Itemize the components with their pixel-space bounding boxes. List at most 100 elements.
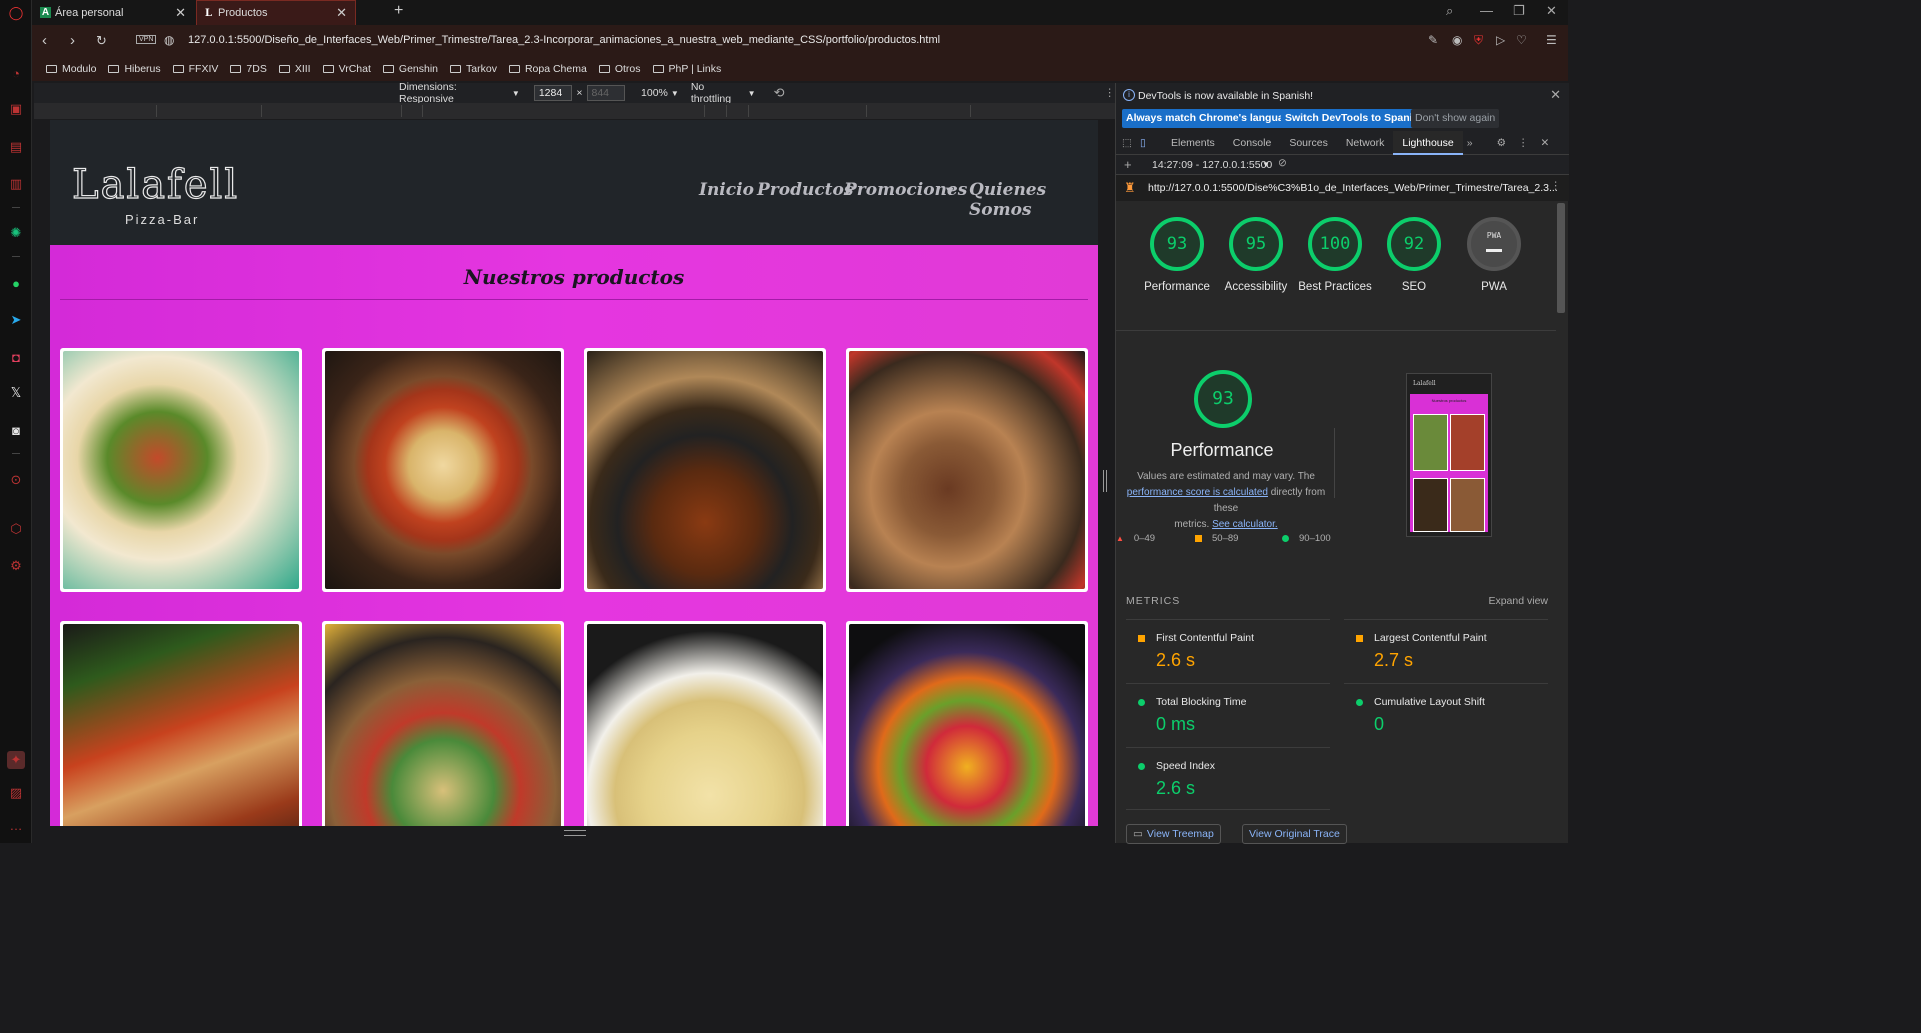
gauge-best-practices[interactable]: 100: [1308, 217, 1362, 271]
more-tabs-icon[interactable]: »: [1467, 137, 1473, 149]
adblock-icon[interactable]: ⛨: [1474, 33, 1483, 48]
edit-icon[interactable]: ✎: [1428, 33, 1438, 47]
globe-icon[interactable]: ◍: [164, 33, 174, 47]
shopping-bag-icon[interactable]: ▣: [7, 100, 25, 118]
product-card-chickpea-salad[interactable]: [322, 621, 564, 826]
search-tabs-icon[interactable]: ⌕: [1446, 3, 1453, 19]
width-input[interactable]: 1284: [533, 85, 573, 101]
inspect-icon[interactable]: ⬚: [1122, 137, 1140, 149]
more-options-icon[interactable]: ⋮: [1551, 180, 1562, 192]
reload-icon[interactable]: ↻: [96, 33, 107, 49]
page-screenshot-thumbnail[interactable]: Lalafell Nuestros productos: [1406, 373, 1492, 537]
discord-icon[interactable]: ◙: [7, 421, 25, 439]
settings-icon[interactable]: ⚙: [7, 557, 25, 575]
tab-network[interactable]: Network: [1337, 131, 1394, 155]
nav-quienes-somos[interactable]: Quienes Somos: [969, 180, 1098, 220]
media-query-bar[interactable]: [34, 103, 1115, 119]
nav-inicio[interactable]: Inicio: [699, 180, 754, 200]
bookmark-folder[interactable]: 7DS: [230, 63, 267, 75]
expand-view-toggle[interactable]: Expand view: [1488, 595, 1548, 607]
close-tab-icon[interactable]: ✕: [175, 5, 186, 21]
easy-setup-icon[interactable]: ☰: [1546, 33, 1557, 47]
tab-console[interactable]: Console: [1224, 131, 1281, 155]
more-icon[interactable]: …: [7, 816, 25, 834]
product-card-lasagna[interactable]: [60, 621, 302, 826]
settings-icon[interactable]: ⚙: [1497, 137, 1506, 149]
bookmark-folder[interactable]: XIII: [278, 63, 311, 75]
music-player-icon[interactable]: ▥: [7, 175, 25, 193]
audited-url[interactable]: http://127.0.0.1:5500/Dise%C3%B1o_de_Int…: [1148, 182, 1558, 194]
gauge-pwa[interactable]: PWA: [1467, 217, 1521, 271]
bookmark-folder[interactable]: Tarkov: [450, 63, 497, 75]
app-icon[interactable]: ✦: [7, 751, 25, 769]
bookmark-folder[interactable]: VrChat: [322, 63, 371, 75]
tab-elements[interactable]: Elements: [1162, 131, 1224, 155]
speed-dial-icon[interactable]: ◔: [7, 64, 25, 82]
product-card-fruit-salad[interactable]: [846, 621, 1088, 826]
instagram-icon[interactable]: ◘: [7, 348, 25, 366]
product-card-stew[interactable]: [584, 348, 826, 592]
nav-productos[interactable]: Productos: [757, 180, 853, 200]
whatsapp-icon[interactable]: ●: [7, 274, 25, 292]
close-tab-icon[interactable]: ✕: [336, 5, 347, 21]
close-window-icon[interactable]: ✕: [1546, 3, 1557, 19]
opera-logo-icon[interactable]: ◯: [7, 4, 25, 22]
camera-icon[interactable]: ◉: [1452, 33, 1462, 47]
cube-icon[interactable]: ⬡: [7, 520, 25, 538]
view-treemap-button[interactable]: ▭ View Treemap: [1126, 824, 1221, 844]
bookmark-folder[interactable]: Hiberus: [108, 63, 161, 75]
switch-language-button[interactable]: Switch DevTools to Spanish: [1281, 109, 1429, 128]
vpn-badge[interactable]: VPN: [136, 35, 157, 44]
throttling-select[interactable]: No throttling: [691, 81, 745, 105]
close-icon[interactable]: ✕: [1550, 87, 1561, 103]
report-select[interactable]: 14:27:09 - 127.0.0.1:5500: [1152, 159, 1272, 171]
device-toggle-icon[interactable]: ▯: [1140, 137, 1162, 149]
url-field[interactable]: 127.0.0.1:5500/Diseño_de_Interfaces_Web/…: [188, 34, 940, 46]
rotate-icon[interactable]: ⟲: [774, 85, 785, 101]
more-options-icon[interactable]: ⋮: [1518, 137, 1529, 149]
new-tab-button[interactable]: +: [394, 2, 403, 20]
bookmark-folder[interactable]: PhP | Links: [652, 63, 721, 75]
close-devtools-icon[interactable]: ✕: [1541, 137, 1550, 149]
player-icon[interactable]: ⊙: [7, 471, 25, 489]
tab-lighthouse[interactable]: Lighthouse: [1393, 130, 1463, 155]
minimize-icon[interactable]: —: [1480, 3, 1493, 18]
see-calculator-link[interactable]: See calculator.: [1212, 519, 1278, 530]
telegram-icon[interactable]: ➤: [7, 311, 25, 329]
forward-icon[interactable]: ›: [70, 32, 75, 49]
twitch-icon[interactable]: ▤: [7, 138, 25, 156]
gauge-performance[interactable]: 93: [1150, 217, 1204, 271]
bookmark-folder[interactable]: FFXIV: [172, 63, 218, 75]
product-card-steak[interactable]: [846, 348, 1088, 592]
product-card-pasta[interactable]: [584, 621, 826, 826]
product-card-pizza[interactable]: [322, 348, 564, 592]
tab-area-personal[interactable]: A Área personal ✕: [34, 0, 194, 25]
add-report-icon[interactable]: +: [1124, 157, 1132, 172]
devtools-splitter[interactable]: [1103, 470, 1107, 492]
resize-handle[interactable]: [564, 830, 586, 836]
dont-show-again-button[interactable]: Don't show again: [1411, 109, 1500, 128]
bookmark-folder[interactable]: Modulo: [46, 63, 96, 75]
height-input[interactable]: 844: [586, 85, 626, 101]
zoom-select[interactable]: 100%: [641, 87, 668, 99]
site-logo[interactable]: Lalafell: [71, 161, 239, 208]
scrollbar-thumb[interactable]: [1557, 203, 1565, 313]
more-options-icon[interactable]: ⋮: [1105, 87, 1116, 99]
bookmark-folder[interactable]: Otros: [598, 63, 641, 75]
chatgpt-icon[interactable]: ✺: [7, 224, 25, 242]
bookmark-folder[interactable]: Ropa Chema: [508, 63, 587, 75]
view-original-trace-button[interactable]: View Original Trace: [1242, 824, 1347, 844]
tab-productos[interactable]: L Productos ✕: [196, 0, 356, 25]
product-card-tacos[interactable]: [60, 348, 302, 592]
match-language-button[interactable]: Always match Chrome's language: [1122, 109, 1300, 128]
score-calculated-link[interactable]: performance score is calculated: [1127, 487, 1268, 498]
x-twitter-icon[interactable]: 𝕏: [7, 384, 25, 402]
gallery-icon[interactable]: ▨: [7, 784, 25, 802]
gauge-seo[interactable]: 92: [1387, 217, 1441, 271]
back-icon[interactable]: ‹: [42, 32, 47, 49]
bookmark-folder[interactable]: Genshin: [382, 63, 438, 75]
dimensions-select[interactable]: Dimensions: Responsive: [399, 81, 509, 105]
restore-icon[interactable]: ❐: [1513, 3, 1525, 19]
tab-sources[interactable]: Sources: [1280, 131, 1337, 155]
heart-icon[interactable]: ♡: [1516, 33, 1527, 47]
